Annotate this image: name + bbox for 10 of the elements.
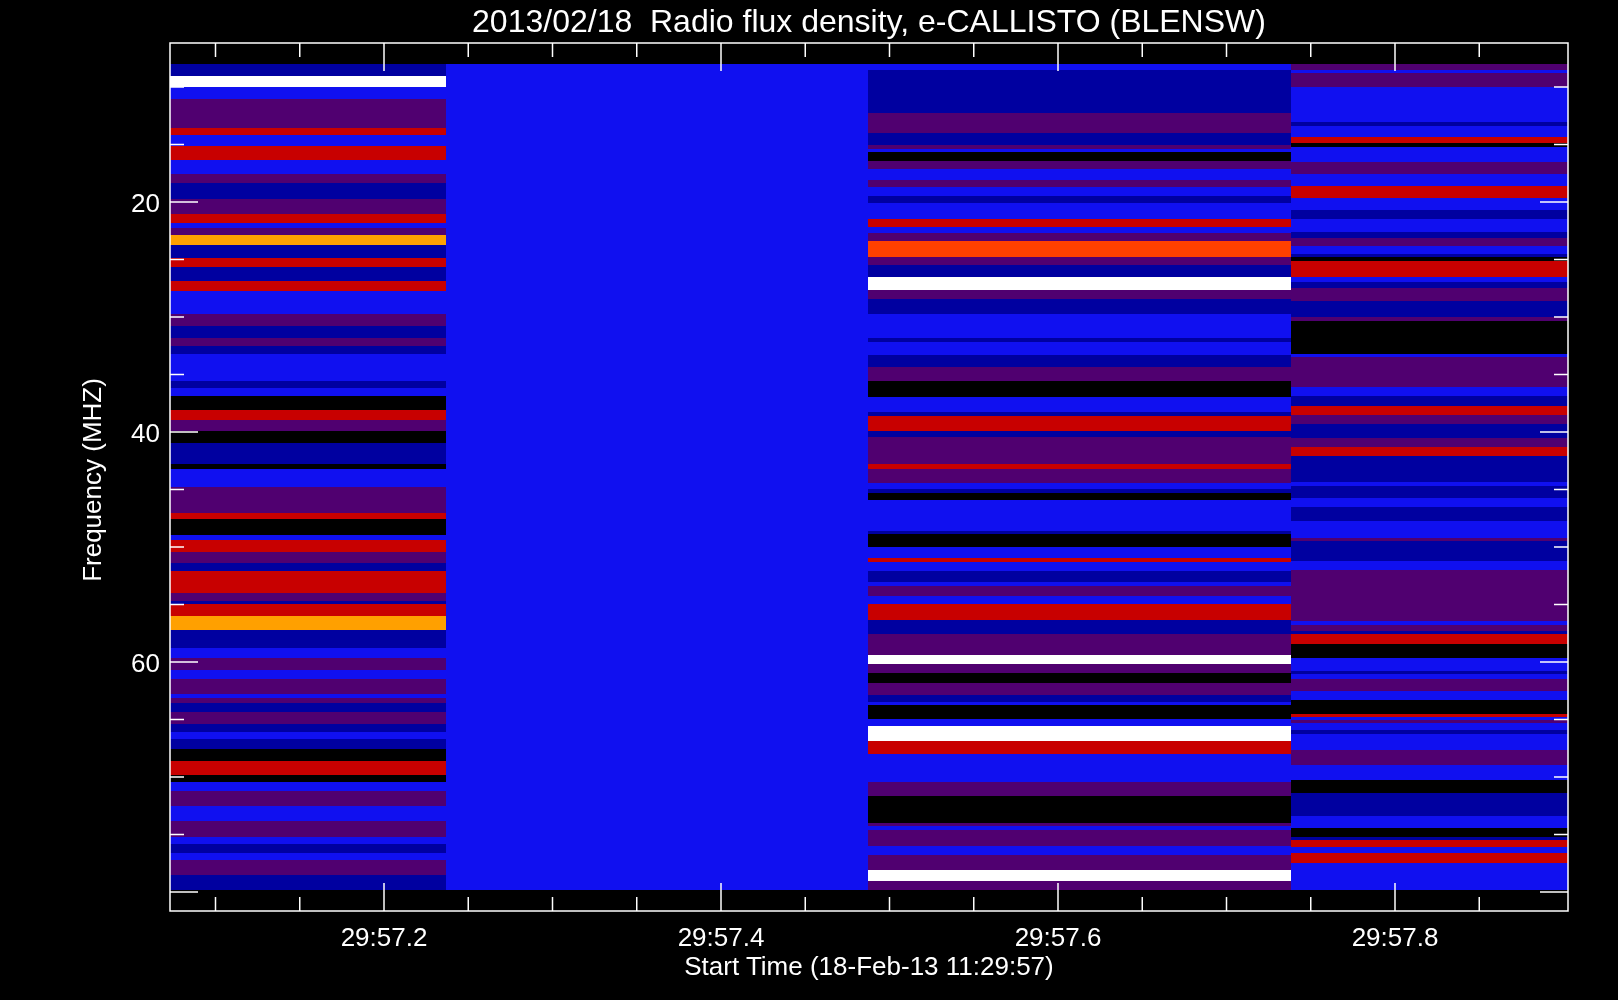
tick-label: 29:57.2 xyxy=(340,922,428,952)
tick-label: 29:57.8 xyxy=(1351,922,1439,952)
tick-label: 20 xyxy=(131,188,160,218)
tick-label: 40 xyxy=(131,418,160,448)
tick-label: 60 xyxy=(131,648,160,678)
chart-title: 2013/02/18 Radio flux density, e-CALLISTO (BLENSW) xyxy=(472,3,1266,39)
axis-label: Frequency (MHZ) xyxy=(77,378,107,582)
axis-label: Start Time (18-Feb-13 11:29:57) xyxy=(684,951,1054,981)
tick-label: 29:57.6 xyxy=(1014,922,1102,952)
tick-label: 29:57.4 xyxy=(677,922,765,952)
